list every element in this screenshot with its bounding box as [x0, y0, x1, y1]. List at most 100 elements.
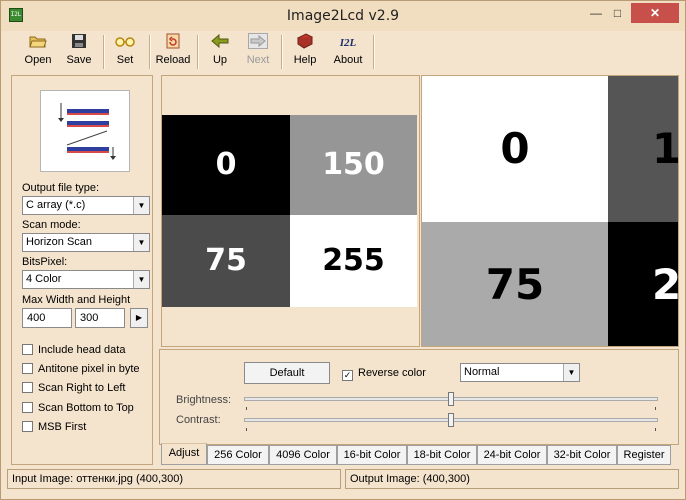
scan-mode-label: Scan mode:: [22, 219, 81, 231]
toolbar-separator: [373, 35, 375, 69]
slider-tick: [246, 428, 247, 431]
next-label: Next: [246, 54, 270, 66]
toolbar-separator: [149, 35, 151, 69]
tab-adjust[interactable]: Adjust: [161, 443, 207, 465]
tab-register[interactable]: Register: [617, 445, 671, 465]
help-book-icon: [287, 33, 323, 53]
scan-mode-select[interactable]: Horizon Scan ▼: [22, 233, 150, 252]
open-label: Open: [24, 54, 52, 66]
output-file-type-value: C array (*.c): [26, 199, 86, 211]
checkbox-box[interactable]: [22, 421, 33, 432]
scan-right-to-left-label: Scan Right to Left: [38, 382, 126, 394]
toolbar: Open Save Set Reload Up Next Help I2L Ab…: [7, 31, 679, 73]
reload-icon: [153, 33, 193, 53]
chevron-down-icon[interactable]: ▼: [133, 197, 149, 214]
tab-strip: Adjust 256 Color 4096 Color 16-bit Color…: [161, 443, 679, 465]
close-button[interactable]: ✕: [631, 3, 679, 23]
toolbar-separator: [197, 35, 199, 69]
include-head-data-checkbox[interactable]: Include head data: [22, 343, 125, 357]
save-label: Save: [66, 54, 92, 66]
status-bar: Input Image: оттенки.jpg (400,300) Outpu…: [7, 469, 679, 489]
contrast-slider-thumb[interactable]: [448, 413, 454, 427]
open-button[interactable]: Open: [17, 33, 59, 71]
reload-label: Reload: [155, 54, 191, 66]
i2l-logo-icon: I2L: [339, 37, 357, 49]
output-file-type-label: Output file type:: [22, 182, 100, 194]
tab-256-color[interactable]: 256 Color: [207, 445, 269, 465]
slider-tick: [655, 428, 656, 431]
default-button[interactable]: Default: [244, 362, 330, 384]
output-image-view: 0 1 75 2: [421, 75, 679, 347]
output-cell: 75: [422, 222, 608, 346]
slider-tick: [246, 407, 247, 410]
chevron-down-icon[interactable]: ▼: [133, 234, 149, 251]
input-cell: 75: [162, 215, 290, 307]
output-image-status: Output Image: (400,300): [345, 469, 679, 489]
antitone-pixel-label: Antitone pixel in byte: [38, 363, 140, 375]
antitone-pixel-checkbox[interactable]: Antitone pixel in byte: [22, 362, 140, 376]
tab-4096-color[interactable]: 4096 Color: [269, 445, 337, 465]
up-button[interactable]: Up: [203, 33, 237, 71]
scan-bottom-to-top-checkbox[interactable]: Scan Bottom to Top: [22, 401, 134, 415]
color-mode-value: Normal: [464, 366, 500, 378]
output-cell: 0: [422, 76, 608, 222]
slider-tick: [655, 407, 656, 410]
help-button[interactable]: Help: [287, 33, 323, 71]
input-cell: 255: [290, 215, 417, 307]
checkbox-box[interactable]: [22, 382, 33, 393]
tab-24-bit-color[interactable]: 24-bit Color: [477, 445, 547, 465]
set-button[interactable]: Set: [107, 33, 143, 71]
msb-first-label: MSB First: [38, 421, 87, 433]
scan-right-to-left-checkbox[interactable]: Scan Right to Left: [22, 381, 125, 395]
bits-pixel-label: BitsPixel:: [22, 256, 68, 268]
about-label: About: [333, 54, 363, 66]
tab-32-bit-color[interactable]: 32-bit Color: [547, 445, 617, 465]
output-cell: 1: [608, 76, 678, 222]
output-cell: 2: [608, 222, 678, 346]
glasses-icon: [107, 33, 143, 53]
checkbox-box[interactable]: [22, 344, 33, 355]
checkbox-box[interactable]: [22, 402, 33, 413]
about-button[interactable]: I2L About: [327, 33, 369, 71]
brightness-slider-thumb[interactable]: [448, 392, 454, 406]
max-height-input[interactable]: 300: [75, 308, 125, 328]
set-label: Set: [116, 54, 134, 66]
arrow-right-icon: [241, 33, 275, 53]
checkmark-icon[interactable]: ✓: [342, 370, 353, 381]
reload-button[interactable]: Reload: [153, 33, 193, 71]
toolbar-separator: [281, 35, 283, 69]
arrow-left-icon: [203, 33, 237, 53]
next-button[interactable]: Next: [241, 33, 275, 71]
floppy-disk-icon: [59, 33, 99, 53]
up-label: Up: [212, 54, 228, 66]
contrast-label: Contrast:: [176, 414, 221, 426]
chevron-down-icon[interactable]: ▼: [133, 271, 149, 288]
main-window: I2L Image2Lcd v2.9 — □ ✕ Open Save Set R…: [0, 0, 686, 500]
include-head-data-label: Include head data: [38, 344, 126, 356]
input-image-status: Input Image: оттенки.jpg (400,300): [7, 469, 341, 489]
chevron-down-icon[interactable]: ▼: [563, 364, 579, 381]
bits-pixel-select[interactable]: 4 Color ▼: [22, 270, 150, 289]
input-cell: 150: [290, 115, 417, 215]
brightness-label: Brightness:: [176, 394, 232, 406]
max-size-label: Max Width and Height: [22, 294, 131, 306]
save-button[interactable]: Save: [59, 33, 99, 71]
maximize-button[interactable]: □: [605, 3, 630, 23]
bits-pixel-value: 4 Color: [26, 273, 62, 285]
help-label: Help: [293, 54, 317, 66]
tab-16-bit-color[interactable]: 16-bit Color: [337, 445, 407, 465]
msb-first-checkbox[interactable]: MSB First: [22, 420, 86, 434]
checkbox-box[interactable]: [22, 363, 33, 374]
tab-18-bit-color[interactable]: 18-bit Color: [407, 445, 477, 465]
input-image-view: 0 150 75 255: [161, 75, 420, 347]
toolbar-separator: [103, 35, 105, 69]
max-width-input[interactable]: 400: [22, 308, 72, 328]
reverse-color-checkbox[interactable]: ✓ Reverse color: [342, 366, 426, 381]
color-mode-select[interactable]: Normal ▼: [460, 363, 580, 382]
scan-direction-picture: [40, 90, 130, 172]
output-file-type-select[interactable]: C array (*.c) ▼: [22, 196, 150, 215]
title-bar[interactable]: I2L Image2Lcd v2.9 — □ ✕: [1, 1, 685, 31]
apply-size-button[interactable]: ▶: [130, 308, 148, 328]
settings-panel: Output file type: C array (*.c) ▼ Scan m…: [11, 75, 153, 465]
scan-bottom-to-top-label: Scan Bottom to Top: [38, 402, 134, 414]
